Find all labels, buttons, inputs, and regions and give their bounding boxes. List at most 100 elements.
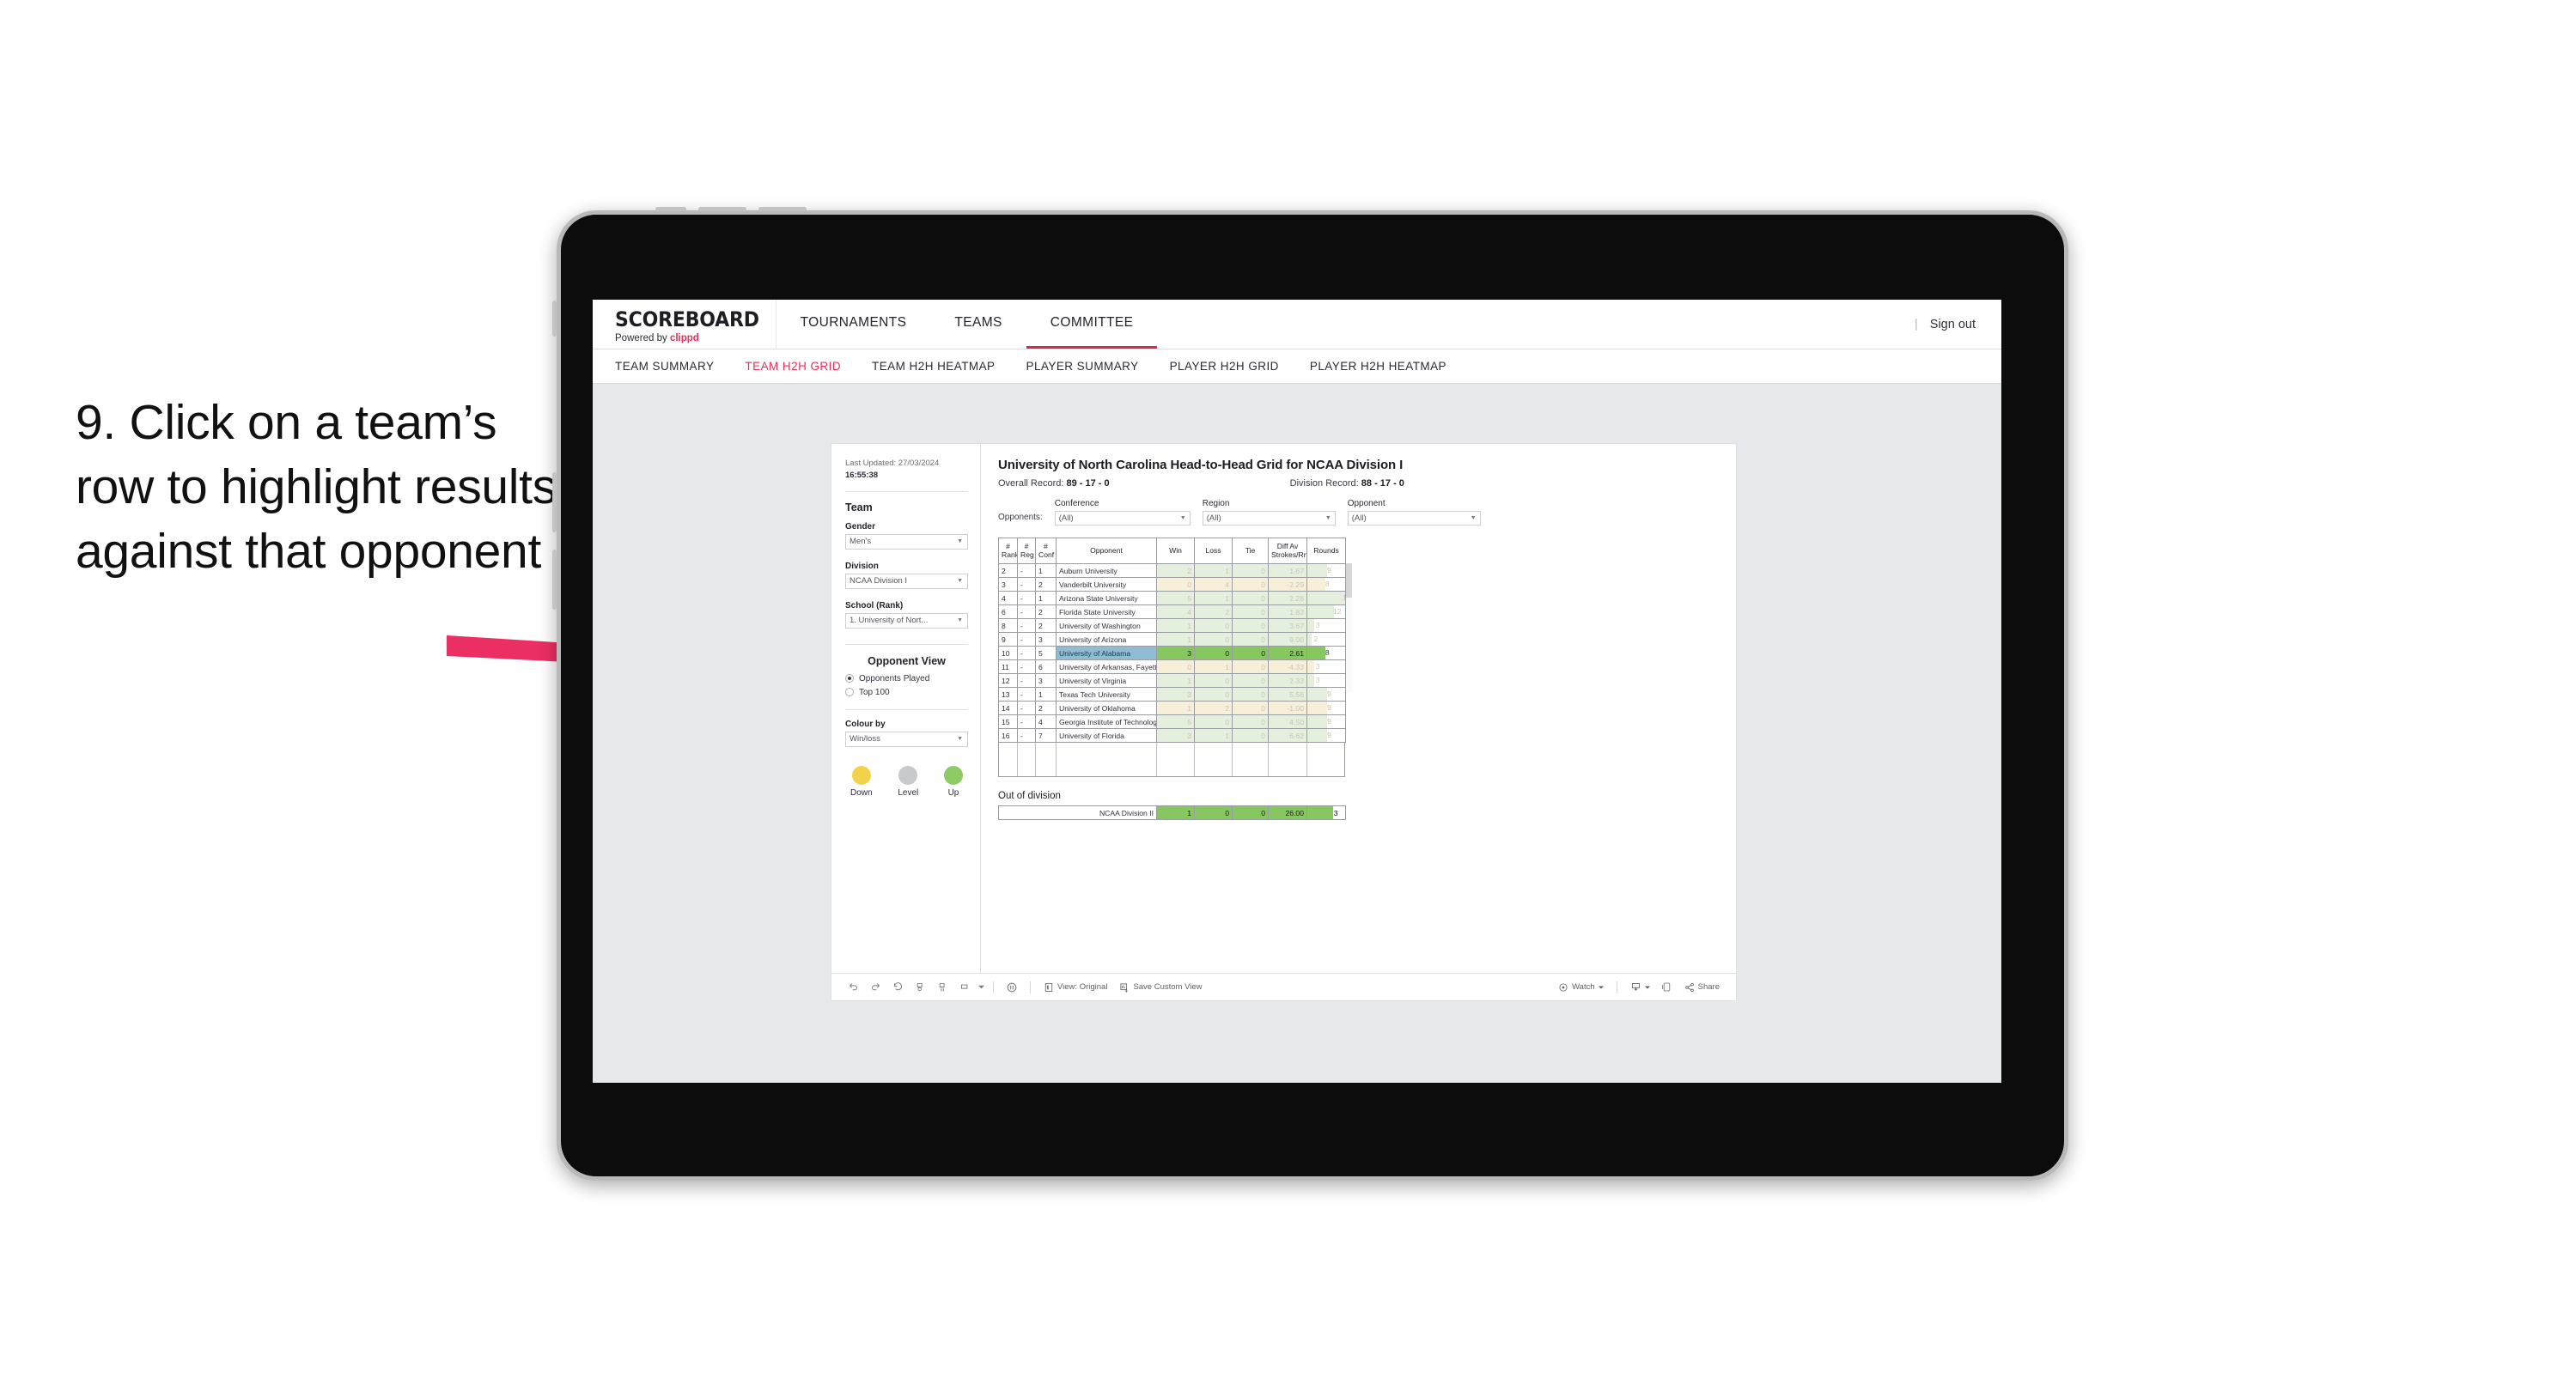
table-row[interactable]: 4-1Arizona State University5102.2817 [998, 591, 1346, 605]
legend-item-level: Level [898, 765, 918, 798]
rounds-value: 3 [1315, 621, 1320, 629]
cell-win: 1 [1156, 701, 1195, 715]
legend-label-down: Down [850, 787, 873, 798]
opponent-select[interactable]: (All) ▼ [1347, 511, 1481, 525]
conference-select[interactable]: (All) ▼ [1054, 511, 1191, 525]
watch-label: Watch [1572, 982, 1595, 992]
cell-conf: 2 [1035, 577, 1057, 592]
tab-player-h2h-heatmap[interactable]: PLAYER H2H HEATMAP [1310, 360, 1446, 373]
pause-auto-update-icon[interactable] [1001, 978, 1023, 997]
gender-select[interactable]: Men’s ▼ [845, 533, 968, 550]
cell-diff: 6.62 [1268, 728, 1307, 743]
out-of-division-row[interactable]: NCAA Division II 1 0 0 26.00 3 [998, 805, 1346, 820]
school-rank-select[interactable]: 1. University of Nort... ▼ [845, 612, 968, 629]
table-row[interactable]: 13-1 Texas Tech University 3 0 0 5.56 9 [998, 687, 1346, 702]
nav-item-tournaments[interactable]: TOURNAMENTS [776, 300, 931, 349]
fullscreen-icon[interactable] [1656, 978, 1678, 997]
table-row[interactable]: 3-2 Vanderbilt University 0 4 0 -2.29 8 [998, 577, 1346, 592]
col-rounds[interactable]: Rounds [1306, 538, 1346, 564]
table-row[interactable]: 16-7 University of Florida 3 1 0 6.62 9 [998, 728, 1346, 743]
rounds-value: 3 [1315, 662, 1320, 671]
cell-rounds: 3 [1306, 618, 1346, 633]
cell-tie: 0 [1232, 714, 1269, 729]
cell-rounds: 8 [1306, 577, 1346, 592]
alert-icon[interactable] [953, 978, 976, 997]
table-row[interactable]: 12-3 University of Virginia 1 0 0 2.33 3 [998, 673, 1346, 688]
colour-by-label: Colour by [845, 719, 886, 729]
region-select[interactable]: (All) ▼ [1202, 511, 1336, 525]
table-body: 2-1 Auburn University 2 1 0 1.67 9 3-2 Vanderbil… [998, 563, 1346, 743]
radio-icon [845, 674, 854, 683]
col-conf[interactable]: # Conf [1035, 538, 1057, 564]
colour-by-select[interactable]: Win/loss ▼ [845, 731, 968, 747]
table-row[interactable]: 2-1 Auburn University 2 1 0 1.67 9 [998, 563, 1346, 578]
out-of-division-title: Out of division [998, 791, 1061, 801]
cell-rank: 16 [998, 728, 1018, 743]
tab-team-h2h-heatmap[interactable]: TEAM H2H HEATMAP [872, 360, 995, 373]
cell-tie: 0 [1232, 659, 1269, 674]
cell-opponent: University of Florida [1056, 728, 1157, 743]
watch-button[interactable]: Watch [1552, 982, 1610, 993]
radio-opponents-played[interactable]: Opponents Played [845, 674, 968, 683]
revert-icon[interactable] [886, 978, 909, 997]
last-updated-label: Last Updated: 27/03/2024 [845, 459, 940, 468]
brand-logo[interactable]: SCOREBOARD Powered by clippd [593, 300, 776, 349]
chevron-down-icon[interactable] [976, 978, 986, 997]
refresh-icon[interactable] [909, 978, 931, 997]
cell-loss: 0 [1194, 673, 1233, 688]
cell-opponent: Georgia Institute of Technology [1056, 714, 1157, 729]
last-updated-time: 16:55:38 [845, 470, 879, 480]
cell-opponent: University of Arkansas, Fayetteville [1056, 659, 1157, 674]
nav-item-teams[interactable]: TEAMS [930, 300, 1026, 349]
tab-player-summary[interactable]: PLAYER SUMMARY [1026, 360, 1139, 373]
table-row[interactable]: 8-2 University of Washington 1 0 0 3.67 3 [998, 618, 1346, 633]
col-tie[interactable]: Tie [1232, 538, 1269, 564]
tab-team-h2h-grid[interactable]: TEAM H2H GRID [745, 360, 841, 373]
divider-2 [845, 643, 968, 645]
cell-opponent: University of Arizona [1056, 632, 1157, 647]
radio-top-100[interactable]: Top 100 [845, 688, 968, 697]
col-loss[interactable]: Loss [1194, 538, 1233, 564]
col-rank[interactable]: # Rank [998, 538, 1018, 564]
share-button[interactable]: Share [1678, 982, 1726, 993]
tab-team-summary[interactable]: TEAM SUMMARY [615, 360, 714, 373]
table-row[interactable]: 6-2 Florida State University 4 2 0 1.83 12 [998, 604, 1346, 619]
chevron-down-icon: ▼ [957, 578, 963, 585]
undo-icon[interactable] [842, 978, 864, 997]
view-original-button[interactable]: View: Original [1038, 982, 1113, 993]
cell-tie: 0 [1232, 632, 1269, 647]
division-record: Division Record: 88 - 17 - 0 [1290, 478, 1404, 489]
table-row[interactable]: 11-6University of Arkansas, Fayetteville… [998, 659, 1346, 674]
legend-item-up: Up [943, 765, 963, 798]
legend-item-down: Down [850, 765, 873, 798]
col-opponent[interactable]: Opponent [1056, 538, 1157, 564]
nav-separator: | [1914, 317, 1918, 331]
table-header-row: # Rank # Reg # Conf Opponent Win Loss Tie D… [998, 538, 1346, 564]
tab-player-h2h-grid[interactable]: PLAYER H2H GRID [1170, 360, 1279, 373]
division-select[interactable]: NCAA Division I ▼ [845, 573, 968, 589]
save-custom-view-button[interactable]: Save Custom View [1113, 982, 1208, 993]
cell-loss: 2 [1194, 604, 1233, 619]
col-win[interactable]: Win [1156, 538, 1195, 564]
cell-tie: 0 [1232, 728, 1269, 743]
cell-diff: 2.33 [1268, 673, 1307, 688]
nav-item-committee[interactable]: COMMITTEE [1026, 300, 1158, 349]
col-reg[interactable]: # Reg [1017, 538, 1036, 564]
cell-reg: - [1017, 618, 1036, 633]
table-row[interactable]: 9-3 University of Arizona 1 0 0 9.00 2 [998, 632, 1346, 647]
col-diff[interactable]: Diff AvStrokes/Rnd [1268, 538, 1307, 564]
sign-out-link[interactable]: Sign out [1930, 318, 1976, 331]
table-row[interactable]: 15-4 Georgia Institute of Technology 5 0 0 4.… [998, 714, 1346, 729]
table-row[interactable]: 14-2 University of Oklahoma 1 2 0 -1.00 9 [998, 701, 1346, 715]
pause-refresh-icon[interactable] [931, 978, 953, 997]
cell-diff: 2.28 [1268, 591, 1307, 605]
cell-win: 3 [1156, 728, 1195, 743]
cell-opponent: University of Oklahoma [1056, 701, 1157, 715]
download-button[interactable] [1624, 981, 1656, 993]
cell-rounds: 3 [1306, 659, 1346, 674]
cell-win: 5 [1156, 714, 1195, 729]
cell-rank: 14 [998, 701, 1018, 715]
table-row[interactable]: 10-5 University of Alabama 3 0 0 2.61 8 [998, 646, 1346, 660]
table-scrollbar-thumb[interactable] [1346, 563, 1352, 598]
redo-icon[interactable] [864, 978, 886, 997]
